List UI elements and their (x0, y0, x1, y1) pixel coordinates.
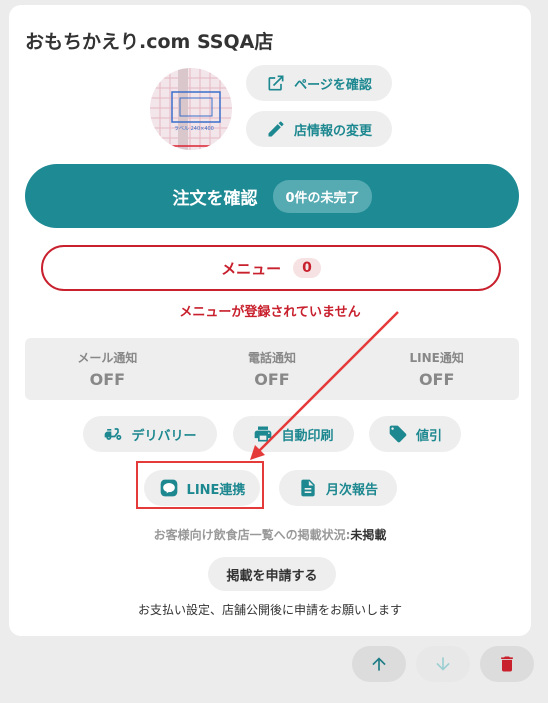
trash-icon (501, 656, 513, 672)
move-up-button[interactable] (352, 646, 406, 682)
delete-button[interactable] (480, 646, 534, 682)
arrow-down-icon (436, 657, 450, 671)
move-down-button[interactable] (416, 646, 470, 682)
annotation-arrow (250, 311, 399, 460)
arrow-up-icon (372, 657, 386, 671)
